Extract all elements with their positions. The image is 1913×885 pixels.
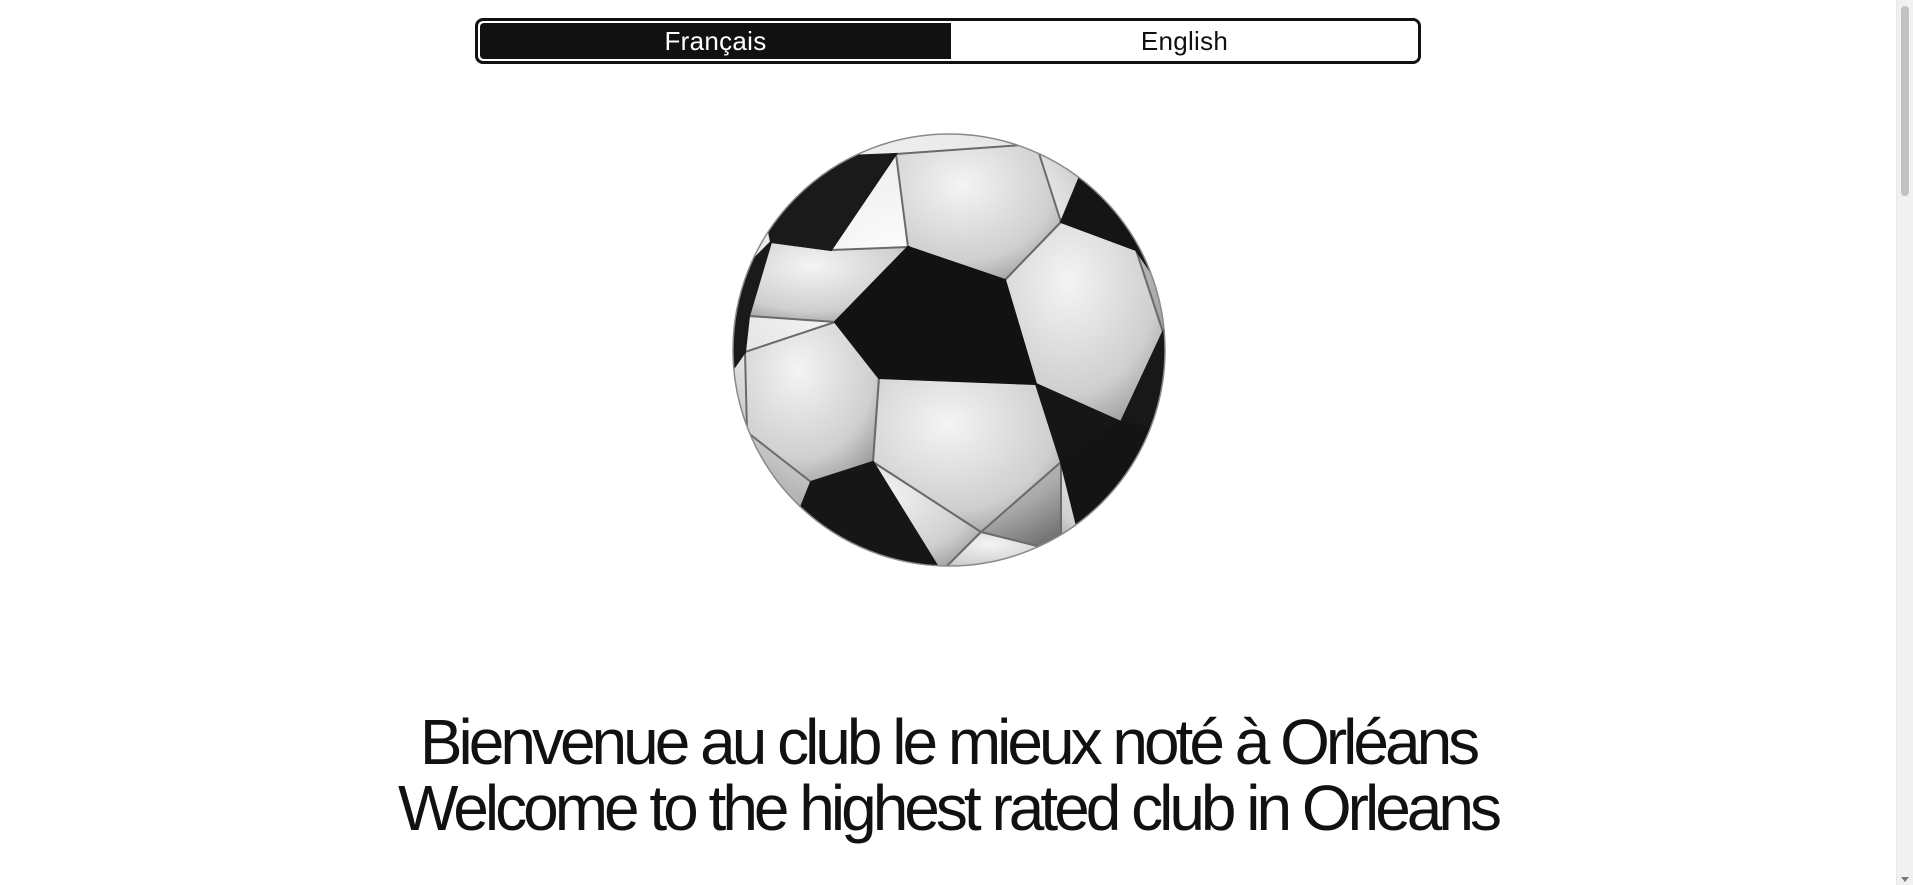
scrollbar-thumb[interactable]: [1901, 6, 1909, 196]
headline-french: Bienvenue au club le mieux noté à Orléan…: [419, 706, 1480, 778]
page: Français English Bienvenue au club le mi…: [0, 0, 1913, 885]
soccer-ball-image: [731, 132, 1167, 568]
language-toggle: Français English: [475, 18, 1421, 64]
vertical-scrollbar[interactable]: [1896, 0, 1913, 885]
headline-english: Welcome to the highest rated club in Orl…: [398, 772, 1502, 844]
language-option-english[interactable]: English: [951, 21, 1418, 61]
soccer-ball-icon: [732, 133, 1166, 567]
language-option-francais[interactable]: Français: [480, 23, 951, 59]
scroll-down-arrow-icon[interactable]: [1901, 877, 1909, 882]
main-viewport: Français English Bienvenue au club le mi…: [0, 0, 1896, 885]
